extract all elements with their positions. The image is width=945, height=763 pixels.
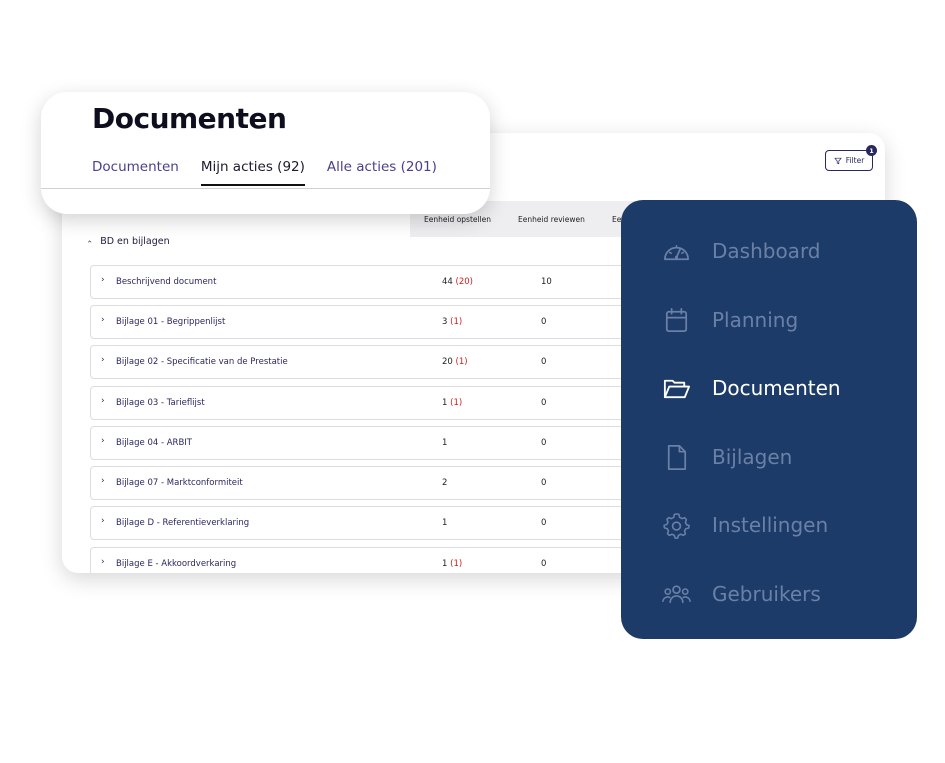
row-reviewen-count: 10 bbox=[541, 277, 552, 287]
sidebar-item-planning[interactable]: Planning bbox=[661, 303, 798, 337]
sidebar-item-gebruikers[interactable]: Gebruikers bbox=[661, 577, 821, 611]
gear-icon bbox=[663, 512, 690, 539]
sidebar-item-documenten[interactable]: Documenten bbox=[661, 371, 841, 405]
row-opstellen-count: 20 (1) bbox=[442, 357, 468, 367]
sidebar-item-label: Bijlagen bbox=[712, 445, 793, 469]
sidebar-item-label: Gebruikers bbox=[712, 582, 821, 606]
page-title: Documenten bbox=[92, 102, 287, 135]
row-reviewen-count: 0 bbox=[541, 438, 547, 448]
chevron-right-icon: › bbox=[101, 355, 105, 365]
sidebar-item-instellingen[interactable]: Instellingen bbox=[661, 508, 828, 542]
sidebar-item-label: Documenten bbox=[712, 376, 841, 400]
row-opstellen-count: 44 (20) bbox=[442, 277, 473, 287]
chevron-right-icon: › bbox=[101, 436, 105, 446]
row-name: Beschrijvend document bbox=[116, 277, 217, 287]
row-name: Bijlage E - Akkoordverkaring bbox=[116, 559, 237, 569]
tab-mijn-acties[interactable]: Mijn acties (92) bbox=[200, 159, 305, 186]
row-reviewen-count: 0 bbox=[541, 357, 547, 367]
chevron-right-icon: › bbox=[101, 275, 105, 285]
filter-count-badge: 1 bbox=[866, 145, 877, 156]
filter-icon bbox=[834, 157, 842, 164]
row-name: Bijlage D - Referentieverklaring bbox=[116, 518, 250, 528]
users-icon bbox=[662, 584, 691, 603]
column-header-truncated[interactable]: Ee bbox=[612, 215, 621, 224]
sidebar-nav: Dashboard Planning Documenten Bijlagen I… bbox=[621, 200, 917, 639]
page-header-card: Documenten Documenten Mijn acties (92) A… bbox=[41, 92, 490, 214]
row-opstellen-count: 1 bbox=[442, 438, 448, 448]
sidebar-item-label: Instellingen bbox=[712, 513, 829, 537]
row-name: Bijlage 02 - Specificatie van de Prestat… bbox=[116, 357, 288, 367]
chevron-right-icon: › bbox=[101, 516, 105, 526]
chevron-right-icon: › bbox=[101, 396, 105, 406]
row-reviewen-count: 0 bbox=[541, 559, 547, 569]
column-header-eenheid-opstellen[interactable]: Eenheid opstellen bbox=[424, 215, 491, 224]
row-opstellen-count: 1 (1) bbox=[442, 559, 463, 569]
sidebar-item-label: Planning bbox=[712, 308, 799, 332]
row-name: Bijlage 04 - ARBIT bbox=[116, 438, 192, 448]
row-reviewen-count: 0 bbox=[541, 398, 547, 408]
chevron-right-icon: › bbox=[101, 315, 105, 325]
tab-bar: Documenten Mijn acties (92) Alle acties … bbox=[92, 159, 437, 186]
row-reviewen-count: 0 bbox=[541, 518, 547, 528]
tab-documenten[interactable]: Documenten bbox=[92, 159, 179, 186]
group-label: BD en bijlagen bbox=[100, 236, 170, 247]
chevron-up-icon: › bbox=[85, 239, 95, 244]
row-opstellen-count: 1 bbox=[442, 518, 448, 528]
row-opstellen-count: 2 bbox=[442, 478, 448, 488]
gauge-icon bbox=[664, 244, 689, 260]
row-name: Bijlage 07 - Marktconformiteit bbox=[116, 478, 243, 488]
folder-open-icon bbox=[663, 379, 691, 398]
row-name: Bijlage 01 - Begrippenlijst bbox=[116, 317, 226, 327]
chevron-right-icon: › bbox=[101, 557, 105, 567]
column-header-eenheid-reviewen[interactable]: Eenheid reviewen bbox=[518, 215, 585, 224]
sidebar-item-bijlagen[interactable]: Bijlagen bbox=[661, 440, 792, 474]
row-opstellen-count: 1 (1) bbox=[442, 398, 463, 408]
calendar-icon bbox=[665, 307, 688, 332]
row-reviewen-count: 0 bbox=[541, 478, 547, 488]
chevron-right-icon: › bbox=[101, 476, 105, 486]
file-icon bbox=[667, 444, 687, 470]
sidebar-item-dashboard[interactable]: Dashboard bbox=[661, 234, 821, 268]
tabs-divider bbox=[41, 188, 490, 189]
tab-alle-acties[interactable]: Alle acties (201) bbox=[327, 159, 437, 186]
row-opstellen-count: 3 (1) bbox=[442, 317, 463, 327]
filter-label: Filter bbox=[845, 156, 865, 165]
group-toggle-bd-en-bijlagen[interactable]: › BD en bijlagen bbox=[85, 236, 170, 247]
row-reviewen-count: 0 bbox=[541, 317, 547, 327]
sidebar-item-label: Dashboard bbox=[712, 239, 821, 263]
filter-button[interactable]: Filter 1 bbox=[825, 145, 877, 171]
row-name: Bijlage 03 - Tarieflijst bbox=[116, 398, 205, 408]
